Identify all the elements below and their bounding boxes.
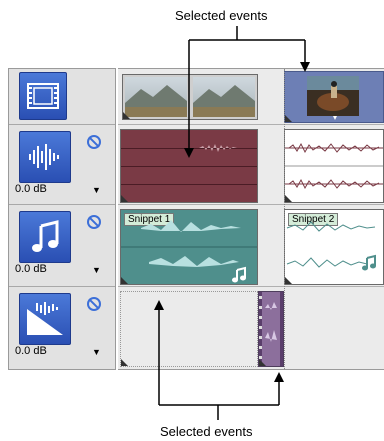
- track-level-audio[interactable]: 0.0 dB: [15, 183, 47, 195]
- track-row-music: Snippet 1 Snippet 2: [118, 205, 384, 287]
- track-header-video[interactable]: [9, 69, 115, 125]
- event-corner-marker: [121, 277, 128, 284]
- arrowhead-up: [274, 372, 284, 382]
- event-corner-marker: [285, 277, 292, 284]
- playhead-guide: [284, 69, 285, 369]
- envelope-event-small[interactable]: [258, 291, 284, 367]
- music-note-icon: [232, 266, 246, 283]
- envelope-waveform: [259, 292, 283, 366]
- track-level-envelope[interactable]: 0.0 dB: [15, 345, 47, 357]
- level-dropdown-icon[interactable]: ▼: [92, 185, 101, 195]
- level-dropdown-icon[interactable]: ▼: [92, 265, 101, 275]
- event-corner-marker: [259, 359, 266, 366]
- mute-icon[interactable]: [87, 297, 101, 311]
- video-thumbnails: [125, 77, 255, 117]
- track-header-music[interactable]: 0.0 dB ▼: [9, 205, 115, 287]
- track-header-audio[interactable]: 0.0 dB ▼: [9, 125, 115, 205]
- waveform-glyph: [29, 144, 59, 170]
- track-level-music[interactable]: 0.0 dB: [15, 263, 47, 275]
- event-corner-marker: [285, 115, 292, 122]
- film-icon: [19, 72, 67, 120]
- waveform-icon: [19, 131, 71, 183]
- track-header-panel: 0.0 dB ▼ 0.0 dB ▼ 0.0 dB ▼: [8, 68, 116, 370]
- event-corner-marker: [121, 359, 128, 366]
- audio-waveform-2: [285, 142, 383, 190]
- audio-event-2[interactable]: [284, 129, 384, 203]
- envelope-event-selected[interactable]: [120, 291, 258, 367]
- video-event-selected[interactable]: [284, 71, 384, 123]
- audio-event-selected[interactable]: [120, 129, 258, 203]
- callout-selected-events-bottom: Selected events: [160, 424, 253, 439]
- track-row-envelope: [118, 287, 384, 369]
- music-waveform-2: [286, 221, 376, 271]
- video-event-1[interactable]: [122, 74, 258, 120]
- mute-icon[interactable]: [87, 135, 101, 149]
- timeline-area[interactable]: Snippet 1 Snippet 2: [118, 68, 384, 370]
- music-event-selected[interactable]: Snippet 1: [120, 209, 258, 285]
- event-corner-marker: [121, 195, 128, 202]
- level-dropdown-icon[interactable]: ▼: [92, 347, 101, 357]
- music-note-icon: [19, 211, 71, 263]
- event-corner-marker: [285, 195, 292, 202]
- track-header-envelope[interactable]: 0.0 dB ▼: [9, 287, 115, 369]
- callout-selected-events-top: Selected events: [175, 8, 268, 23]
- track-row-video: [118, 69, 384, 125]
- event-corner-marker: [123, 112, 130, 119]
- mute-icon[interactable]: [87, 215, 101, 229]
- music-event-2[interactable]: Snippet 2: [284, 209, 384, 285]
- envelope-icon: [19, 293, 71, 345]
- audio-waveform-selected: [199, 144, 237, 152]
- music-waveform-selected: [121, 220, 257, 283]
- track-row-audio: [118, 125, 384, 205]
- video-thumbnail-rider: [307, 76, 359, 120]
